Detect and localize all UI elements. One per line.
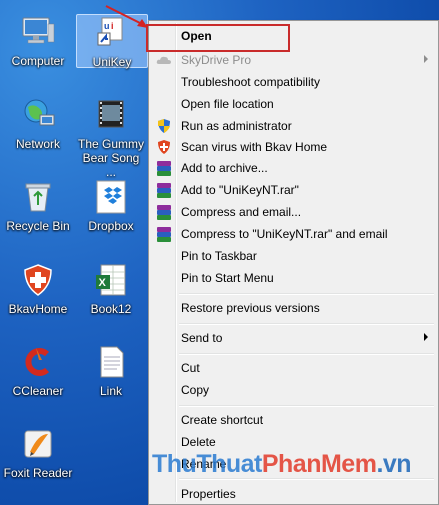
desktop-icon-book12[interactable]: X Book12: [76, 262, 146, 316]
open-highlight-box: [146, 24, 290, 52]
desktop-icon-label: Computer: [11, 54, 65, 68]
menu-item-label: Scan virus with Bkav Home: [181, 140, 328, 154]
menu-item-run-as-administrator[interactable]: Run as administrator: [151, 115, 436, 137]
menu-item-label: Cut: [181, 361, 200, 375]
menu-item-send-to[interactable]: Send to: [151, 327, 436, 349]
recycle-bin-icon: [20, 179, 56, 215]
desktop-icon-foxit-reader[interactable]: Foxit Reader: [3, 426, 73, 480]
menu-item-label: Compress and email...: [181, 205, 302, 219]
excel-file-icon: X: [93, 262, 129, 298]
submenu-arrow-icon: [424, 55, 428, 63]
menu-item-label: Compress to "UniKeyNT.rar" and email: [181, 227, 388, 241]
bkav-shield-icon: [20, 262, 56, 298]
desktop-icon-label: CCleaner: [12, 384, 64, 398]
menu-item-copy[interactable]: Copy: [151, 379, 436, 401]
menu-item-label: Restore previous versions: [181, 301, 320, 315]
foxit-reader-icon: [20, 426, 56, 462]
ccleaner-icon: [20, 344, 56, 380]
submenu-arrow-icon: [424, 333, 428, 341]
desktop-icon-label: The Gummy Bear Song ...: [76, 137, 146, 179]
menu-item-label: Troubleshoot compatibility: [181, 75, 320, 89]
menu-item-cut[interactable]: Cut: [151, 357, 436, 379]
menu-item-open-file-location[interactable]: Open file location: [151, 93, 436, 115]
winrar-icon: [156, 226, 172, 242]
watermark-part1: ThuThuat: [152, 450, 262, 478]
menu-item-pin-to-start-menu[interactable]: Pin to Start Menu: [151, 267, 436, 289]
menu-item-label: Send to: [181, 331, 223, 345]
desktop-icon-label: Book12: [90, 302, 132, 316]
menu-separator: [179, 293, 434, 295]
desktop-icon-label: Link: [99, 384, 122, 398]
text-file-icon: [93, 344, 129, 380]
desktop-icon-label-line2: Bear Song ...: [82, 151, 140, 179]
watermark: ThuThuatPhanMem.vn: [152, 450, 412, 479]
menu-item-restore-previous-versions[interactable]: Restore previous versions: [151, 297, 436, 319]
desktop-icon-label: UniKey: [92, 55, 132, 69]
desktop-icon-recycle-bin[interactable]: Recycle Bin: [3, 179, 73, 233]
watermark-part3: .vn: [376, 450, 412, 478]
desktop-icon-label: Recycle Bin: [6, 219, 70, 233]
desktop-icon-link[interactable]: Link: [76, 344, 146, 398]
menu-item-label: Create shortcut: [181, 413, 264, 427]
menu-item-properties[interactable]: Properties: [151, 483, 436, 505]
menu-item-label: SkyDrive Pro: [181, 53, 252, 67]
winrar-icon: [156, 204, 172, 220]
video-file-icon: [93, 97, 129, 133]
menu-item-create-shortcut[interactable]: Create shortcut: [151, 409, 436, 431]
menu-separator: [179, 405, 434, 407]
desktop-icon-computer[interactable]: Computer: [3, 14, 73, 68]
menu-item-compress-and-email[interactable]: Compress and email...: [151, 201, 436, 223]
menu-item-label: Open file location: [181, 97, 274, 111]
menu-item-label: Delete: [181, 435, 216, 449]
menu-item-add-to-unikeynt-rar[interactable]: Add to "UniKeyNT.rar": [151, 179, 436, 201]
menu-item-label: Pin to Taskbar: [181, 249, 257, 263]
menu-item-scan-virus-bkav[interactable]: Scan virus with Bkav Home: [151, 136, 436, 158]
menu-item-pin-to-taskbar[interactable]: Pin to Taskbar: [151, 245, 436, 267]
menu-item-troubleshoot-compatibility[interactable]: Troubleshoot compatibility: [151, 71, 436, 93]
menu-item-skydrive-pro[interactable]: SkyDrive Pro: [151, 49, 436, 71]
winrar-icon: [156, 160, 172, 176]
menu-separator: [179, 323, 434, 325]
uac-shield-icon: [156, 118, 172, 134]
menu-item-add-to-archive[interactable]: Add to archive...: [151, 157, 436, 179]
menu-item-label: Run as administrator: [181, 119, 292, 133]
desktop-icon-label-line1: The Gummy: [77, 137, 144, 151]
dropbox-icon: [93, 179, 129, 215]
watermark-part2: PhanMem: [261, 450, 377, 478]
menu-item-label: Pin to Start Menu: [181, 271, 274, 285]
desktop-icon-network[interactable]: Network: [3, 97, 73, 151]
red-pointer-arrow-icon: [105, 5, 148, 28]
menu-item-label: Add to archive...: [181, 161, 268, 175]
menu-item-label: Copy: [181, 383, 210, 397]
winrar-icon: [156, 182, 172, 198]
svg-text:X: X: [99, 277, 107, 289]
desktop-icon-label: Dropbox: [88, 219, 134, 233]
desktop-icon-label: Foxit Reader: [3, 466, 73, 480]
menu-separator: [179, 353, 434, 355]
computer-icon: [20, 14, 56, 50]
menu-item-label: Add to "UniKeyNT.rar": [181, 183, 299, 197]
desktop-icon-label: BkavHome: [8, 302, 68, 316]
bkav-shield-icon: [156, 139, 172, 155]
context-menu: Open SkyDrive Pro Troubleshoot compatibi…: [148, 20, 439, 505]
menu-item-label: Properties: [181, 487, 236, 501]
network-icon: [20, 97, 56, 133]
desktop-icon-gummy-bear[interactable]: The Gummy Bear Song ...: [76, 97, 146, 179]
desktop-icon-label: Network: [15, 137, 60, 151]
desktop-icon-ccleaner[interactable]: CCleaner: [3, 344, 73, 398]
desktop-icon-bkavhome[interactable]: BkavHome: [3, 262, 73, 316]
desktop-icon-dropbox[interactable]: Dropbox: [76, 179, 146, 233]
skydrive-cloud-icon: [156, 52, 172, 68]
menu-item-compress-to-unikeynt-rar-and-email[interactable]: Compress to "UniKeyNT.rar" and email: [151, 223, 436, 245]
